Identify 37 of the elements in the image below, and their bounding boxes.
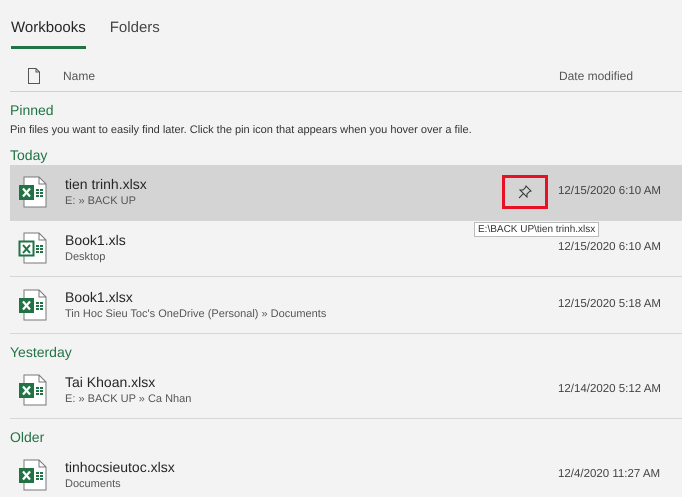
date-modified: 12/15/2020 5:18 AM [558,296,662,312]
excel-file-icon [18,288,48,320]
file-row[interactable]: Tai Khoan.xlsx E: » BACK UP » Ca Nhan 12/14/2020 5:12 AM [10,362,682,418]
name-column-header[interactable]: Name [63,67,96,85]
excel-file-icon [18,458,48,490]
group-title: Pinned [10,100,55,118]
group-title: Today [10,146,48,164]
excel-file-icon [18,176,48,208]
file-location: Tin Hoc Sieu Toc's OneDrive (Personal) » Documents [65,306,326,322]
file-row[interactable]: tien trinh.xlsx E: » BACK UP 12/15/2020 6:10 AM [10,164,682,220]
group-title: Older [10,428,46,446]
file-name: tien trinh.xlsx [65,175,147,193]
date-modified: 12/15/2020 6:10 AM [558,240,662,256]
file-icon [28,68,40,84]
file-location: Documents [65,476,122,492]
tab[interactable]: Workbooks [11,17,86,48]
excel-file-icon [18,232,48,264]
hint-text: Pin files you want to easily find later. Click the pin icon that appears when you hover over a file. [10,122,473,136]
file-location: E: » BACK UP [65,194,137,209]
path-tooltip: E:\BACK UP\tien trinh.xlsx [474,222,600,237]
file-row[interactable]: tinhocsieutoc.xlsx Documents 12/4/2020 11:27 AM [10,446,682,497]
file-name: Tai Khoan.xlsx [65,372,156,390]
excel-file-icon [18,374,48,406]
file-name: Book1.xlsx [65,288,134,306]
pin-icon [518,185,532,199]
group-title: Yesterday [10,342,73,360]
file-location: E: » BACK UP » Ca Nhan [65,392,192,406]
tab[interactable]: Folders [110,17,160,48]
pin-button[interactable] [502,175,548,209]
date-modified: 12/4/2020 11:27 AM [558,466,662,482]
date-modified: 12/15/2020 6:10 AM [558,184,662,200]
file-name: Book1.xls [65,231,126,249]
date-modified: 12/14/2020 5:12 AM [558,382,662,397]
file-row[interactable]: Book1.xlsx Tin Hoc Sieu Toc's OneDrive (Personal) » Documents 12/15/2020 5:18 AM [10,276,682,332]
file-name: tinhocsieutoc.xlsx [65,458,175,476]
date-column-header[interactable]: Date modified [558,67,633,85]
file-location: Desktop [65,250,106,265]
